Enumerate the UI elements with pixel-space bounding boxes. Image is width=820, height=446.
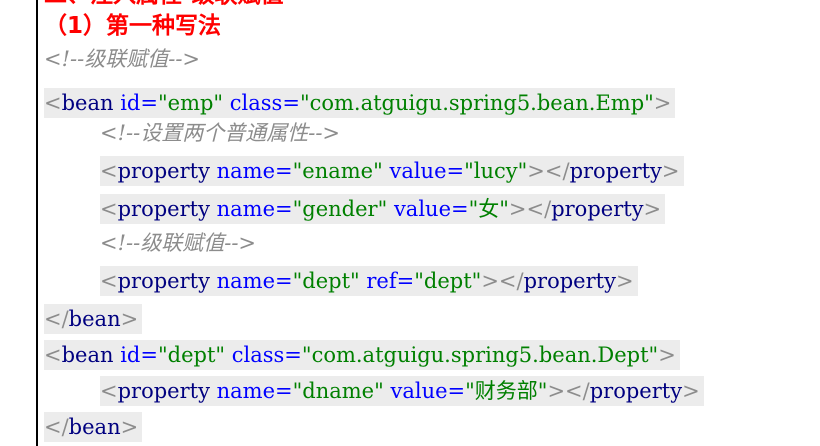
close-bracket: >	[658, 343, 676, 367]
code-line-bean-close-2: </bean>	[44, 412, 143, 442]
value-ename-value: "lucy"	[464, 159, 528, 183]
attr-name: name=	[216, 269, 293, 293]
open-bracket: <	[100, 197, 118, 221]
open-bracket: <	[44, 343, 62, 367]
close-bracket: >	[120, 415, 139, 439]
tag-bean-close: bean	[68, 415, 121, 439]
value-dept-ref: "dept"	[414, 269, 482, 293]
attr-value: value=	[393, 197, 469, 221]
value-dname-name: "dname"	[292, 379, 384, 403]
document-page: 二、注入属性-级联赋值 （1）第一种写法 <!--级联赋值--> <bean i…	[0, 0, 820, 446]
tag-property-close: property	[569, 159, 662, 183]
close-open-bracket: ></	[508, 197, 552, 221]
close-bracket: >	[653, 91, 672, 115]
attr-id: id=	[120, 343, 158, 367]
attr-class: class=	[229, 91, 300, 115]
tag-property-close: property	[589, 379, 683, 403]
section-heading: （1）第一种写法	[44, 13, 222, 39]
value-gender-name: "gender"	[292, 197, 388, 221]
code-line-property-gender: <property name="gender" value="女"></prop…	[100, 194, 666, 224]
value-gender-value: "女"	[468, 197, 509, 221]
tag-property: property	[117, 197, 210, 221]
open-bracket: <	[44, 91, 62, 115]
code-line-bean-close-1: </bean>	[44, 304, 143, 334]
attr-name: name=	[216, 197, 293, 221]
attr-name: name=	[216, 379, 293, 403]
close-bracket: >	[615, 269, 634, 293]
open-bracket: <	[100, 159, 118, 183]
close-open-bracket: ></	[547, 379, 590, 403]
value-emp-class: "com.atguigu.spring5.bean.Emp"	[299, 91, 654, 115]
close-bracket: >	[682, 379, 700, 403]
tag-bean: bean	[61, 343, 114, 367]
code-line-property-dept: <property name="dept" ref="dept"></prope…	[100, 266, 638, 296]
attr-value: value=	[390, 379, 466, 403]
open-bracket: <	[100, 269, 118, 293]
code-comment-cascade: <!--级联赋值-->	[44, 44, 204, 74]
left-border-rule	[36, 0, 38, 446]
comment-text: <!--级联赋值-->	[100, 231, 257, 255]
tag-bean: bean	[61, 91, 114, 115]
tag-property: property	[117, 379, 210, 403]
open-slash-bracket: </	[44, 415, 69, 439]
open-slash-bracket: </	[44, 307, 69, 331]
tag-property: property	[117, 269, 210, 293]
code-line-property-dname: <property name="dname" value="财务部"></pro…	[100, 376, 704, 406]
value-ename-name: "ename"	[292, 159, 383, 183]
close-bracket: >	[661, 159, 680, 183]
attr-id: id=	[120, 91, 158, 115]
comment-text: <!--级联赋值-->	[44, 47, 201, 71]
value-dept-id: "dept"	[157, 343, 226, 367]
close-bracket: >	[643, 197, 662, 221]
tag-bean-close: bean	[68, 307, 121, 331]
value-emp-id: "emp"	[157, 91, 224, 115]
close-bracket: >	[120, 307, 139, 331]
attr-class: class=	[231, 343, 302, 367]
code-line-bean-emp: <bean id="emp" class="com.atguigu.spring…	[44, 88, 676, 118]
close-open-bracket: ></	[481, 269, 524, 293]
attr-ref: ref=	[366, 269, 415, 293]
code-comment-two-props: <!--设置两个普通属性-->	[100, 118, 344, 148]
close-open-bracket: ></	[527, 159, 570, 183]
clipped-heading: 二、注入属性-级联赋值	[44, 0, 284, 8]
tag-property: property	[117, 159, 210, 183]
code-comment-cascade-2: <!--级联赋值-->	[100, 228, 260, 258]
attr-name: name=	[216, 159, 293, 183]
open-bracket: <	[100, 379, 118, 403]
tag-property-close: property	[551, 197, 644, 221]
code-line-bean-dept: <bean id="dept" class="com.atguigu.sprin…	[44, 340, 680, 370]
code-line-property-ename: <property name="ename" value="lucy"></pr…	[100, 156, 684, 186]
comment-text: <!--设置两个普通属性-->	[100, 121, 341, 145]
value-dept-class: "com.atguigu.spring5.bean.Dept"	[301, 343, 659, 367]
tag-property-close: property	[523, 269, 616, 293]
attr-value: value=	[389, 159, 465, 183]
value-dept-name: "dept"	[292, 269, 360, 293]
value-dname-value: "财务部"	[465, 379, 548, 403]
